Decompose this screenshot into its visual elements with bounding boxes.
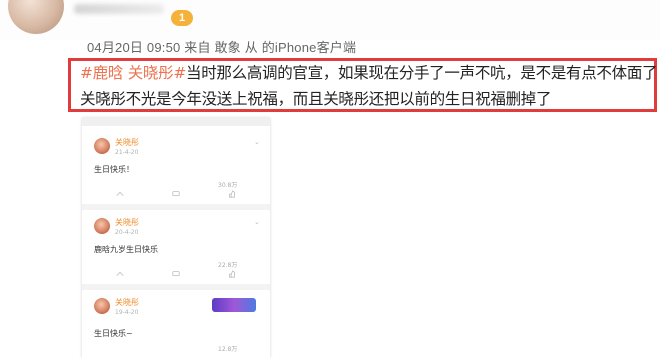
like-count: 22.8万 xyxy=(218,262,238,269)
hashtag-link[interactable]: #鹿晗 关晓彤# xyxy=(80,64,186,82)
post-header: 1 xyxy=(0,0,660,40)
like-icon xyxy=(229,270,235,278)
list-item: 关晓彤 21-4-20 ⌄ 生日快乐！ 30.8万 xyxy=(82,132,270,202)
embedded-screenshot[interactable]: 关晓彤 21-4-20 ⌄ 生日快乐！ 30.8万 关晓彤 20-4-20 ⌄ … xyxy=(82,118,270,358)
item-text: 生日快乐~ xyxy=(94,329,133,338)
post-text-line-2: 关晓彤不光是今年没送上祝福，而且关晓彤还把以前的生日祝福删掉了 xyxy=(80,90,552,108)
divider xyxy=(82,284,270,290)
post-text-line-1: #鹿晗 关晓彤#当时那么高调的官宣，如果现在分手了一声不吭，是不是有点不体面了 xyxy=(80,61,658,83)
share-icon xyxy=(116,191,124,196)
avatar xyxy=(94,218,110,234)
share-icon xyxy=(116,271,124,276)
post-timestamp: 04月20日 09:50 来自 敢象 从 的iPhone客户端 xyxy=(87,40,357,55)
item-text: 鹿晗九岁生日快乐 xyxy=(94,245,158,254)
vip-badge: 1 xyxy=(171,10,193,26)
divider xyxy=(82,204,270,210)
like-icon xyxy=(229,190,235,198)
avatar[interactable] xyxy=(8,0,64,34)
avatar xyxy=(94,138,110,154)
like-count: 12.8万 xyxy=(218,346,238,353)
item-username: 关晓彤 xyxy=(115,218,139,227)
chevron-down-icon: ⌄ xyxy=(254,138,260,146)
item-timestamp: 19-4-20 xyxy=(115,309,139,316)
item-username: 关晓彤 xyxy=(115,138,139,147)
username-blurred[interactable] xyxy=(74,4,164,14)
post-text: 当时那么高调的官宣，如果现在分手了一声不吭，是不是有点不体面了 xyxy=(186,64,658,82)
list-item: 关晓彤 20-4-20 ⌄ 鹿晗九岁生日快乐 22.8万 xyxy=(82,212,270,282)
action-bar xyxy=(94,270,258,280)
action-bar xyxy=(94,190,258,200)
comment-icon xyxy=(172,191,180,196)
card-header xyxy=(82,118,270,126)
chevron-down-icon: ⌄ xyxy=(254,218,260,226)
item-text: 生日快乐！ xyxy=(94,165,134,174)
avatar xyxy=(94,298,110,314)
like-count: 30.8万 xyxy=(218,182,238,189)
item-timestamp: 21-4-20 xyxy=(115,149,139,156)
list-item: 关晓彤 19-4-20 生日快乐~ 12.8万 xyxy=(82,292,270,358)
comment-icon xyxy=(172,271,180,276)
item-timestamp: 20-4-20 xyxy=(115,229,139,236)
item-username: 关晓彤 xyxy=(115,298,139,307)
event-banner xyxy=(212,298,256,312)
